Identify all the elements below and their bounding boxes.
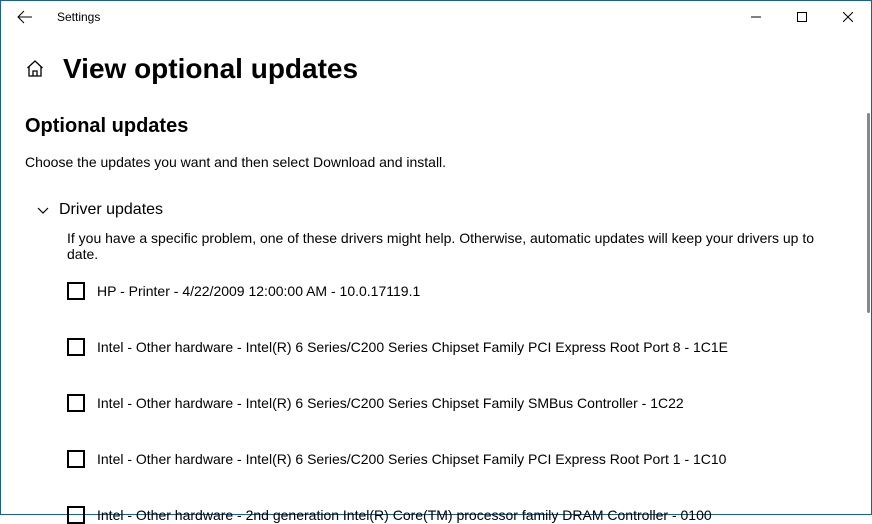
home-icon [25, 59, 45, 79]
driver-updates-title: Driver updates [59, 201, 163, 219]
close-icon [843, 12, 853, 22]
back-button[interactable] [9, 1, 41, 33]
driver-updates-toggle[interactable]: Driver updates [33, 200, 847, 220]
driver-item: Intel - Other hardware - 2nd generation … [67, 506, 847, 524]
page-title: View optional updates [63, 53, 358, 85]
driver-item: Intel - Other hardware - Intel(R) 6 Seri… [67, 450, 847, 468]
maximize-icon [797, 12, 807, 22]
driver-label: Intel - Other hardware - Intel(R) 6 Seri… [97, 339, 728, 355]
page-header: View optional updates [1, 33, 871, 95]
driver-checkbox[interactable] [67, 450, 85, 468]
driver-label: Intel - Other hardware - 2nd generation … [97, 507, 712, 523]
window-controls [733, 1, 871, 33]
driver-checkbox[interactable] [67, 282, 85, 300]
driver-item: HP - Printer - 4/22/2009 12:00:00 AM - 1… [67, 282, 847, 300]
driver-label: Intel - Other hardware - Intel(R) 6 Seri… [97, 451, 726, 467]
content-area: Optional updates Choose the updates you … [1, 95, 871, 524]
driver-label: Intel - Other hardware - Intel(R) 6 Seri… [97, 395, 684, 411]
back-arrow-icon [17, 9, 33, 25]
maximize-button[interactable] [779, 1, 825, 33]
driver-checkbox[interactable] [67, 506, 85, 524]
driver-label: HP - Printer - 4/22/2009 12:00:00 AM - 1… [97, 283, 420, 299]
driver-checkbox[interactable] [67, 394, 85, 412]
minimize-button[interactable] [733, 1, 779, 33]
scrollbar[interactable] [867, 113, 870, 313]
driver-list: HP - Printer - 4/22/2009 12:00:00 AM - 1… [67, 282, 847, 524]
chevron-down-icon [33, 200, 53, 220]
driver-item: Intel - Other hardware - Intel(R) 6 Seri… [67, 338, 847, 356]
window-title: Settings [57, 10, 100, 24]
titlebar: Settings [1, 1, 871, 33]
section-instructions: Choose the updates you want and then sel… [25, 154, 847, 170]
driver-updates-section: Driver updates If you have a specific pr… [25, 200, 847, 524]
section-title: Optional updates [25, 115, 847, 138]
driver-item: Intel - Other hardware - Intel(R) 6 Seri… [67, 394, 847, 412]
minimize-icon [751, 12, 761, 22]
driver-checkbox[interactable] [67, 338, 85, 356]
close-button[interactable] [825, 1, 871, 33]
home-button[interactable] [25, 59, 45, 79]
driver-updates-note: If you have a specific problem, one of t… [67, 230, 847, 262]
